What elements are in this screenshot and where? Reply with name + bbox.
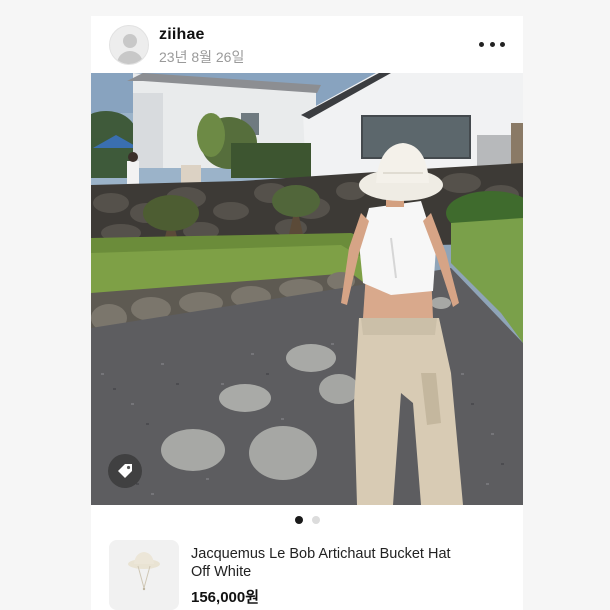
default-avatar-icon	[123, 34, 137, 48]
more-horizontal-icon[interactable]	[475, 34, 509, 54]
carousel-dot[interactable]	[311, 516, 320, 524]
price-tag-icon[interactable]	[108, 454, 142, 488]
product-name-line2: Off White	[191, 564, 252, 580]
post-header: ziihae 23년 8월 26일	[91, 16, 523, 73]
post-photo[interactable]	[91, 73, 523, 505]
avatar[interactable]	[109, 25, 149, 65]
username[interactable]: ziihae	[159, 26, 205, 44]
product-thumbnail[interactable]	[109, 540, 179, 610]
product-name-line1: Jacquemus Le Bob Artichaut Bucket Hat	[191, 546, 451, 562]
post-date: 23년 8월 26일	[159, 49, 245, 65]
product-name[interactable]: Jacquemus Le Bob Artichaut Bucket Hat Of…	[191, 545, 511, 581]
carousel-indicator	[91, 516, 523, 526]
post-card: ziihae 23년 8월 26일 Jacquemus Le Bob Artic…	[91, 16, 523, 610]
product-price: 156,000원	[191, 589, 260, 606]
tagged-product[interactable]: Jacquemus Le Bob Artichaut Bucket Hat Of…	[91, 538, 523, 610]
carousel-dot-active[interactable]	[294, 516, 303, 524]
